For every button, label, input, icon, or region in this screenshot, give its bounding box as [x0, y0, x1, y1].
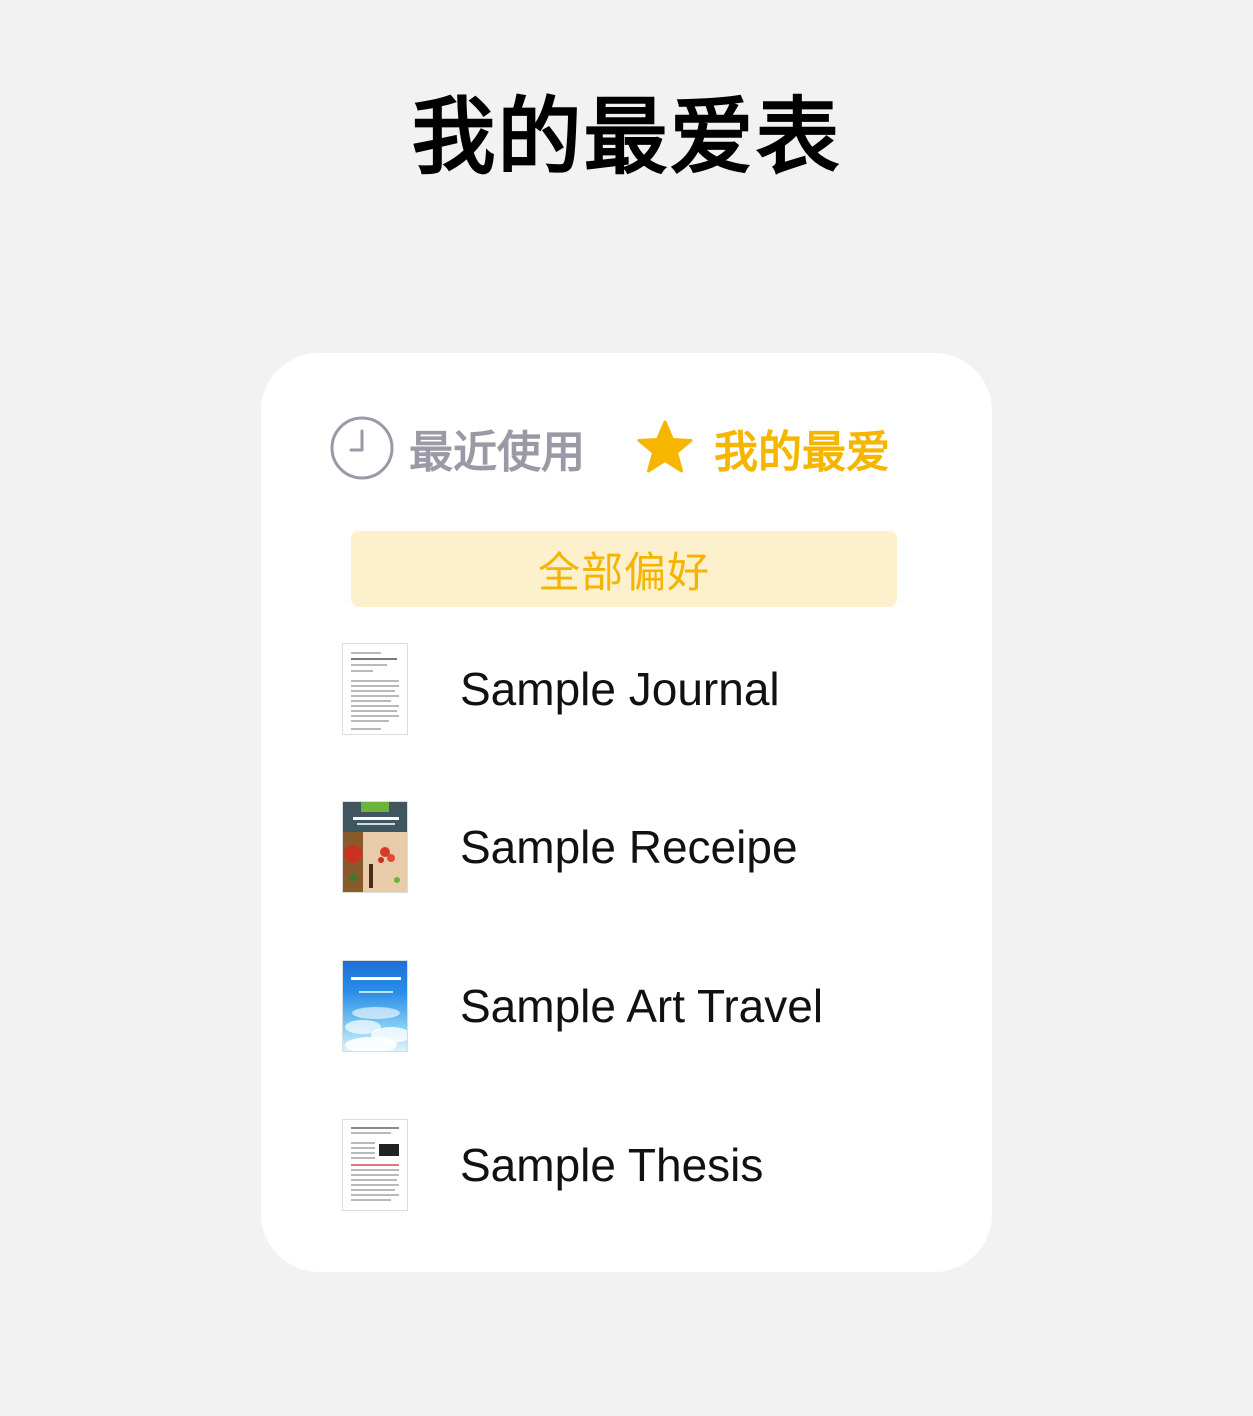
- document-title: Sample Receipe: [460, 821, 798, 873]
- list-item-journal[interactable]: Sample Journal: [342, 643, 902, 735]
- tab-favorites-label: 我的最爱: [714, 427, 890, 478]
- list-item-art-travel[interactable]: Sample Art Travel: [342, 960, 902, 1052]
- favorites-card: 最近使用 我的最爱 全部偏好 Sample Journal Sample Rec…: [261, 353, 992, 1272]
- tab-favorites[interactable]: 我的最爱: [636, 413, 890, 483]
- clock-icon: [329, 415, 395, 481]
- tab-recent[interactable]: 最近使用: [329, 413, 585, 483]
- receipe-thumbnail: [342, 801, 408, 893]
- filter-label: 全部偏好: [537, 547, 710, 597]
- thesis-thumbnail: [342, 1119, 408, 1211]
- star-icon: [636, 419, 694, 477]
- list-item-receipe[interactable]: Sample Receipe: [342, 801, 902, 893]
- document-title: Sample Art Travel: [460, 980, 824, 1032]
- page-title: 我的最爱表: [411, 88, 842, 186]
- journal-thumbnail: [342, 643, 408, 735]
- filter-all-favorites-button[interactable]: 全部偏好: [351, 531, 897, 607]
- document-title: Sample Thesis: [460, 1139, 764, 1191]
- list-item-thesis[interactable]: Sample Thesis: [342, 1119, 902, 1211]
- tab-recent-label: 最近使用: [409, 427, 585, 478]
- art-travel-thumbnail: [342, 960, 408, 1052]
- document-title: Sample Journal: [460, 663, 780, 715]
